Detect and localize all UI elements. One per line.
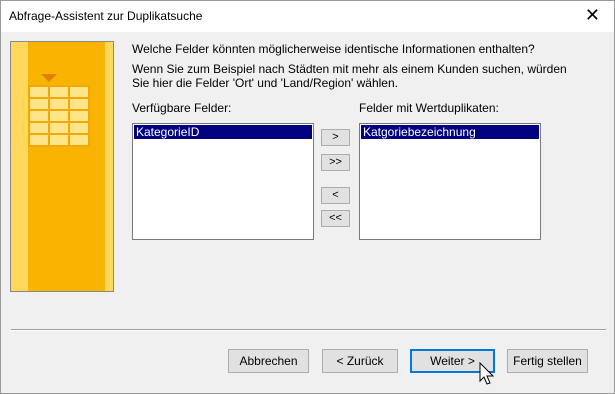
remove-all-fields-button[interactable]: <<	[321, 210, 350, 227]
example-text-line1: Wenn Sie zum Beispiel nach Städten mit m…	[132, 62, 567, 76]
mouse-cursor-icon	[479, 362, 495, 385]
cancel-button[interactable]: Abbrechen	[228, 349, 309, 373]
duplicate-fields-label: Felder mit Wertduplikaten:	[359, 101, 499, 115]
window-title: Abfrage-Assistent zur Duplikatsuche	[9, 9, 203, 23]
footer-separator	[11, 329, 606, 331]
wizard-banner	[10, 41, 114, 292]
example-text-line2: Sie hier die Felder 'Ort' und 'Land/Regi…	[132, 76, 398, 90]
remove-field-button[interactable]: <	[321, 187, 350, 204]
list-item-kategorieid[interactable]: KategorieID	[134, 125, 312, 139]
table-grid-icon	[28, 74, 90, 147]
title-bar: Abfrage-Assistent zur Duplikatsuche ✕	[1, 1, 614, 32]
list-item-katgoriebezeichnung[interactable]: Katgoriebezeichnung	[361, 125, 539, 139]
wizard-dialog: Abfrage-Assistent zur Duplikatsuche ✕ We…	[0, 0, 615, 394]
back-button[interactable]: < Zurück	[322, 349, 398, 373]
available-fields-label: Verfügbare Felder:	[132, 101, 232, 115]
available-fields-list[interactable]: KategorieID	[132, 123, 314, 240]
finish-button[interactable]: Fertig stellen	[507, 349, 588, 373]
question-text: Welche Felder könnten möglicherweise ide…	[132, 42, 535, 56]
banner-stripe-left	[11, 42, 28, 291]
close-icon[interactable]: ✕	[585, 5, 600, 26]
banner-stripe-right	[105, 42, 113, 291]
add-field-button[interactable]: >	[321, 129, 350, 146]
add-all-fields-button[interactable]: >>	[321, 154, 350, 171]
duplicate-fields-list[interactable]: Katgoriebezeichnung	[359, 123, 541, 240]
